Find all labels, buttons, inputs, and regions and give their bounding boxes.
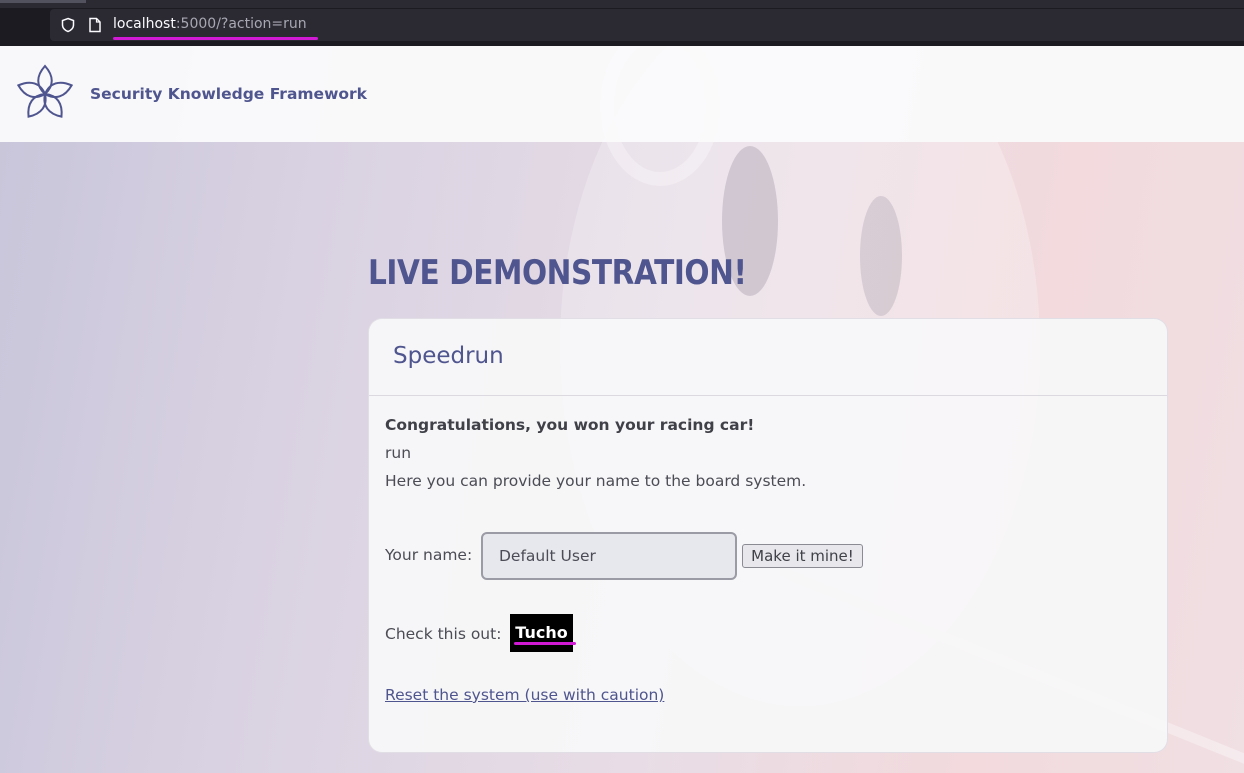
browser-toolbar: localhost:5000/?action=run bbox=[0, 0, 1244, 46]
make-it-mine-button[interactable]: Make it mine! bbox=[742, 544, 863, 568]
url-path: :5000/?action=run bbox=[175, 16, 307, 32]
speedrun-card: Speedrun Congratulations, you won your r… bbox=[368, 318, 1168, 753]
name-label: Your name: bbox=[385, 546, 473, 564]
highlighted-name: Tucho bbox=[510, 614, 573, 652]
tab-strip bbox=[0, 0, 1244, 8]
skf-logo-icon[interactable] bbox=[14, 62, 76, 126]
site-header: Security Knowledge Framework bbox=[0, 46, 1244, 142]
card-title: Speedrun bbox=[393, 343, 504, 369]
page-headline: LIVE DEMONSTRATION! bbox=[368, 253, 747, 293]
url-annotation-underline bbox=[113, 37, 318, 40]
congrats-message: Congratulations, you won your racing car… bbox=[385, 416, 755, 434]
name-input[interactable] bbox=[481, 532, 737, 580]
reset-system-link[interactable]: Reset the system (use with caution) bbox=[385, 686, 664, 704]
url-text[interactable]: localhost:5000/?action=run bbox=[113, 16, 307, 32]
address-bar[interactable]: localhost:5000/?action=run bbox=[50, 9, 1244, 41]
card-header: Speedrun bbox=[369, 319, 1167, 396]
shield-icon[interactable] bbox=[60, 17, 76, 33]
page-icon bbox=[89, 17, 101, 33]
info-text: Here you can provide your name to the bo… bbox=[385, 472, 807, 490]
name-annotation-underline bbox=[514, 642, 576, 645]
brand-title[interactable]: Security Knowledge Framework bbox=[90, 85, 367, 103]
url-host: localhost bbox=[113, 16, 176, 32]
active-tab-indicator[interactable] bbox=[0, 0, 86, 3]
check-label: Check this out: bbox=[385, 625, 502, 643]
action-echo: run bbox=[385, 444, 412, 462]
